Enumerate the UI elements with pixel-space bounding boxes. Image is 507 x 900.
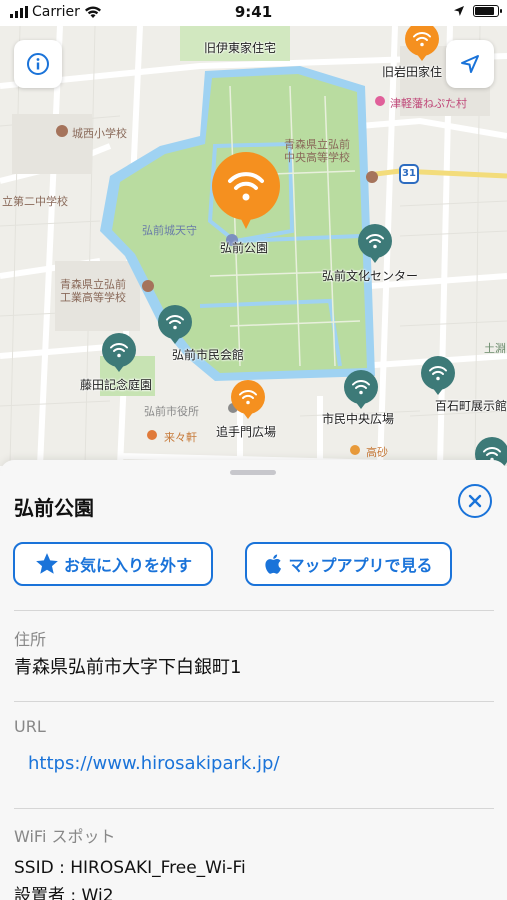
route-31-label: 31: [402, 168, 416, 179]
map-label-dai2-jhs: 立第二中学校: [2, 195, 68, 208]
detail-sheet: 弘前公園 お気に入りを外す マップアプリで見る 住所 青森県弘前市大字下白銀町1…: [0, 460, 507, 900]
wifi-pin[interactable]: [231, 380, 265, 419]
wifi-icon: [166, 315, 184, 330]
map-label-jonishi-school: 城西小学校: [72, 127, 127, 140]
apple-logo-icon: [265, 554, 282, 574]
map-view[interactable]: 旧伊東家住宅 旧岩田家住 津軽藩ねぷた村 城西小学校 青森県立弘前 中央高等学校 …: [0, 26, 507, 466]
map-label-oiteamon: 追手門広場: [216, 425, 277, 439]
info-icon: [27, 53, 49, 75]
location-arrow-icon: [461, 55, 479, 73]
status-time: 9:41: [234, 3, 273, 21]
map-label-tsuchibuchi: 土淵: [484, 342, 506, 355]
remove-favorite-button[interactable]: お気に入りを外す: [13, 542, 213, 586]
wifi-pin[interactable]: [344, 370, 378, 409]
info-button[interactable]: [14, 40, 62, 88]
map-label-fujita-garden: 藤田記念庭園: [80, 378, 153, 392]
url-label: URL: [14, 717, 46, 736]
wifi-icon: [413, 32, 431, 47]
map-label-kurukuken: 来々軒: [164, 431, 197, 444]
open-maps-label: マップアプリで見る: [288, 556, 433, 575]
open-maps-button[interactable]: マップアプリで見る: [245, 542, 452, 586]
sheet-grabber[interactable]: [230, 470, 276, 475]
map-label-kosago: 高砂: [366, 446, 388, 459]
close-icon: [468, 494, 482, 508]
remove-favorite-label: お気に入りを外す: [63, 556, 192, 575]
divider: [14, 610, 494, 611]
map-label-aomori-chuo-hs: 青森県立弘前 中央高等学校: [284, 138, 350, 164]
map-label-city-hall: 弘前市役所: [144, 405, 199, 418]
wifi-icon: [429, 366, 447, 381]
status-right: [453, 5, 502, 17]
map-label-bunka-center: 弘前文化センター: [322, 269, 419, 283]
wifi-pin[interactable]: [158, 305, 192, 344]
wifi-pin[interactable]: [358, 224, 392, 263]
wifi-icon: [366, 234, 384, 249]
battery-icon: [473, 5, 502, 17]
spot-title: 弘前公園: [14, 496, 94, 520]
url-link[interactable]: https://www.hirosakipark.jp/: [28, 753, 280, 774]
wifi-icon: [239, 390, 257, 405]
wifi-icon: [110, 343, 128, 358]
close-button[interactable]: [458, 484, 492, 518]
status-bar: Carrier 9:41: [0, 0, 507, 26]
address-label: 住所: [14, 630, 47, 649]
wifi-pin-selected[interactable]: [212, 152, 280, 229]
map-label-shimin-kaikan: 弘前市民会館: [172, 348, 245, 362]
map-label-kogyo-hs: 青森県立弘前 工業高等学校: [60, 278, 126, 304]
divider: [14, 701, 494, 702]
current-location-button[interactable]: [446, 40, 494, 88]
map-label-shimin-chuo: 市民中央広場: [322, 412, 395, 426]
star-icon: [36, 553, 58, 574]
map-label-park: 弘前公園: [220, 241, 269, 255]
wifi-pin[interactable]: [421, 356, 455, 395]
wifi-pin[interactable]: [405, 26, 439, 61]
map-label-kyu-iwata: 旧岩田家住: [382, 65, 443, 79]
map-label-tenshu: 弘前城天守: [142, 224, 197, 237]
wifi-icon: [228, 172, 264, 201]
map-label-hyakkokumachi: 百石町展示館: [435, 399, 507, 413]
wifi-section-label: WiFi スポット: [14, 827, 116, 846]
installer-line: 設置者 : Wi2: [14, 886, 114, 900]
wifi-pin[interactable]: [102, 333, 136, 372]
divider: [14, 808, 494, 809]
map-label-tsugaru-neputa: 津軽藩ねぷた村: [390, 97, 467, 110]
location-services-icon: [454, 6, 464, 16]
ssid-line: SSID : HIROSAKI_Free_Wi-Fi: [14, 858, 246, 878]
map-label-kyu-ito: 旧伊東家住宅: [204, 41, 277, 55]
wifi-icon: [352, 380, 370, 395]
address-value: 青森県弘前市大字下白銀町1: [14, 657, 242, 678]
